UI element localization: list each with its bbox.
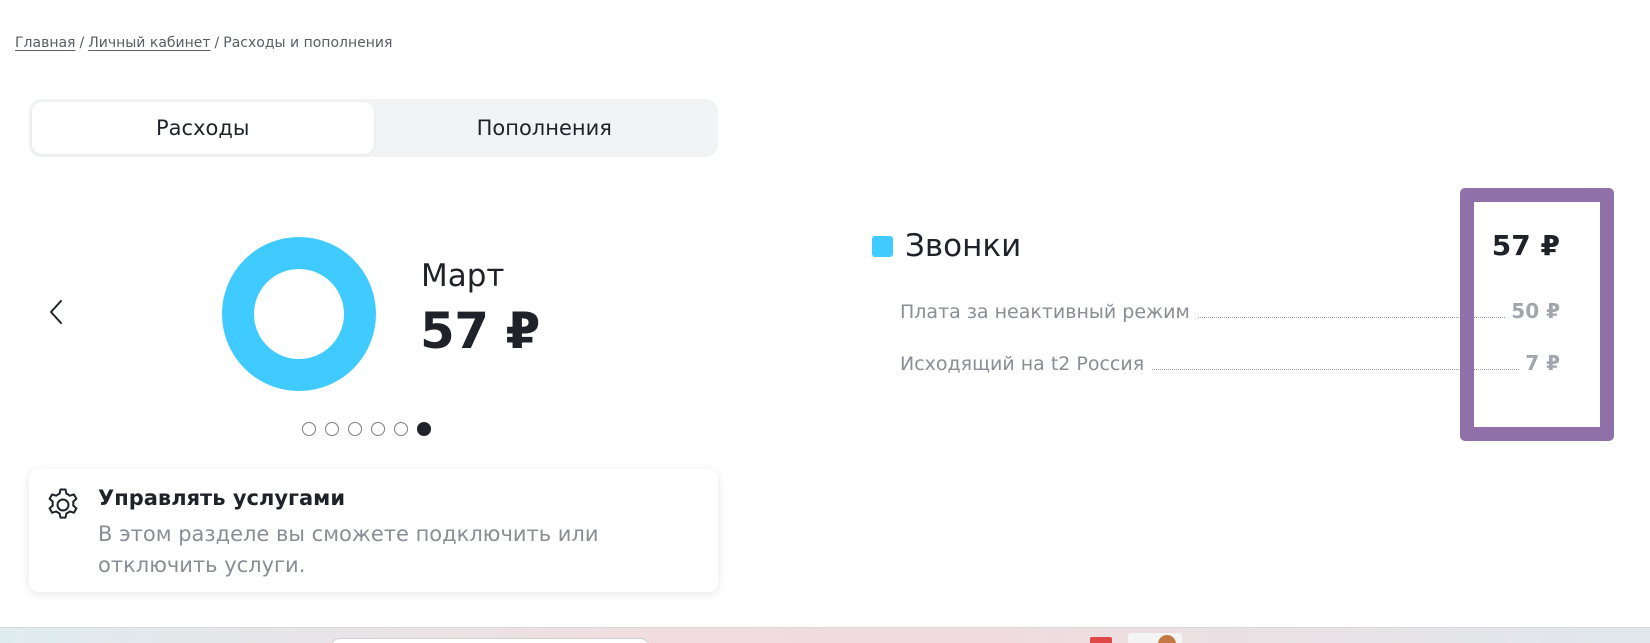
tab-expenses[interactable]: Расходы [32, 102, 374, 154]
category-color-swatch [872, 236, 893, 257]
expense-detail-amount: 50 ₽ [1511, 299, 1560, 323]
tab-topups[interactable]: Пополнения [374, 102, 716, 154]
pagination-dot[interactable] [348, 422, 362, 436]
month-label: Март [421, 258, 505, 294]
manage-services-card[interactable]: Управлять услугами В этом разделе вы смо… [29, 469, 718, 592]
breadcrumb-current: Расходы и пополнения [223, 35, 393, 51]
tabs: Расходы Пополнения [29, 99, 718, 157]
expense-detail-label: Плата за неактивный режим [900, 301, 1190, 323]
chevron-left-icon[interactable] [44, 296, 68, 328]
breadcrumb-link-home[interactable]: Главная [15, 35, 75, 51]
category-amount: 57 ₽ [1491, 229, 1560, 262]
dotted-leader [1152, 369, 1520, 370]
pagination-dot[interactable] [302, 422, 316, 436]
pagination-dot[interactable] [394, 422, 408, 436]
month-total: 57 ₽ [420, 302, 540, 360]
category-name: Звонки [905, 228, 1022, 264]
dotted-leader [1197, 317, 1506, 318]
pagination-dot[interactable] [371, 422, 385, 436]
expense-detail-label: Исходящий на t2 Россия [900, 353, 1145, 375]
expenses-donut-chart [222, 237, 376, 391]
taskbar-avatar[interactable] [1128, 633, 1182, 643]
manage-services-title: Управлять услугами [98, 486, 346, 510]
os-taskbar [0, 627, 1650, 643]
month-pagination [302, 422, 431, 436]
expense-detail-amount: 7 ₽ [1525, 351, 1560, 375]
gear-icon [48, 488, 78, 519]
breadcrumb: Главная / Личный кабинет / Расходы и пополне… [15, 35, 392, 51]
manage-services-description: В этом разделе вы сможете подключить или… [98, 522, 599, 577]
taskbar-app-icon[interactable] [1090, 637, 1112, 643]
avatar [1158, 635, 1176, 643]
expense-detail-row: Исходящий на t2 Россия 7 ₽ [900, 349, 1560, 375]
pagination-dot[interactable] [325, 422, 339, 436]
pagination-dot-active[interactable] [417, 422, 431, 436]
breadcrumb-separator: / [214, 35, 220, 51]
donut-segment-calls [222, 237, 376, 391]
taskbar-search[interactable] [330, 638, 650, 643]
breadcrumb-link-account[interactable]: Личный кабинет [88, 35, 210, 51]
expense-detail-row: Плата за неактивный режим 50 ₽ [900, 297, 1560, 323]
breadcrumb-separator: / [79, 35, 85, 51]
